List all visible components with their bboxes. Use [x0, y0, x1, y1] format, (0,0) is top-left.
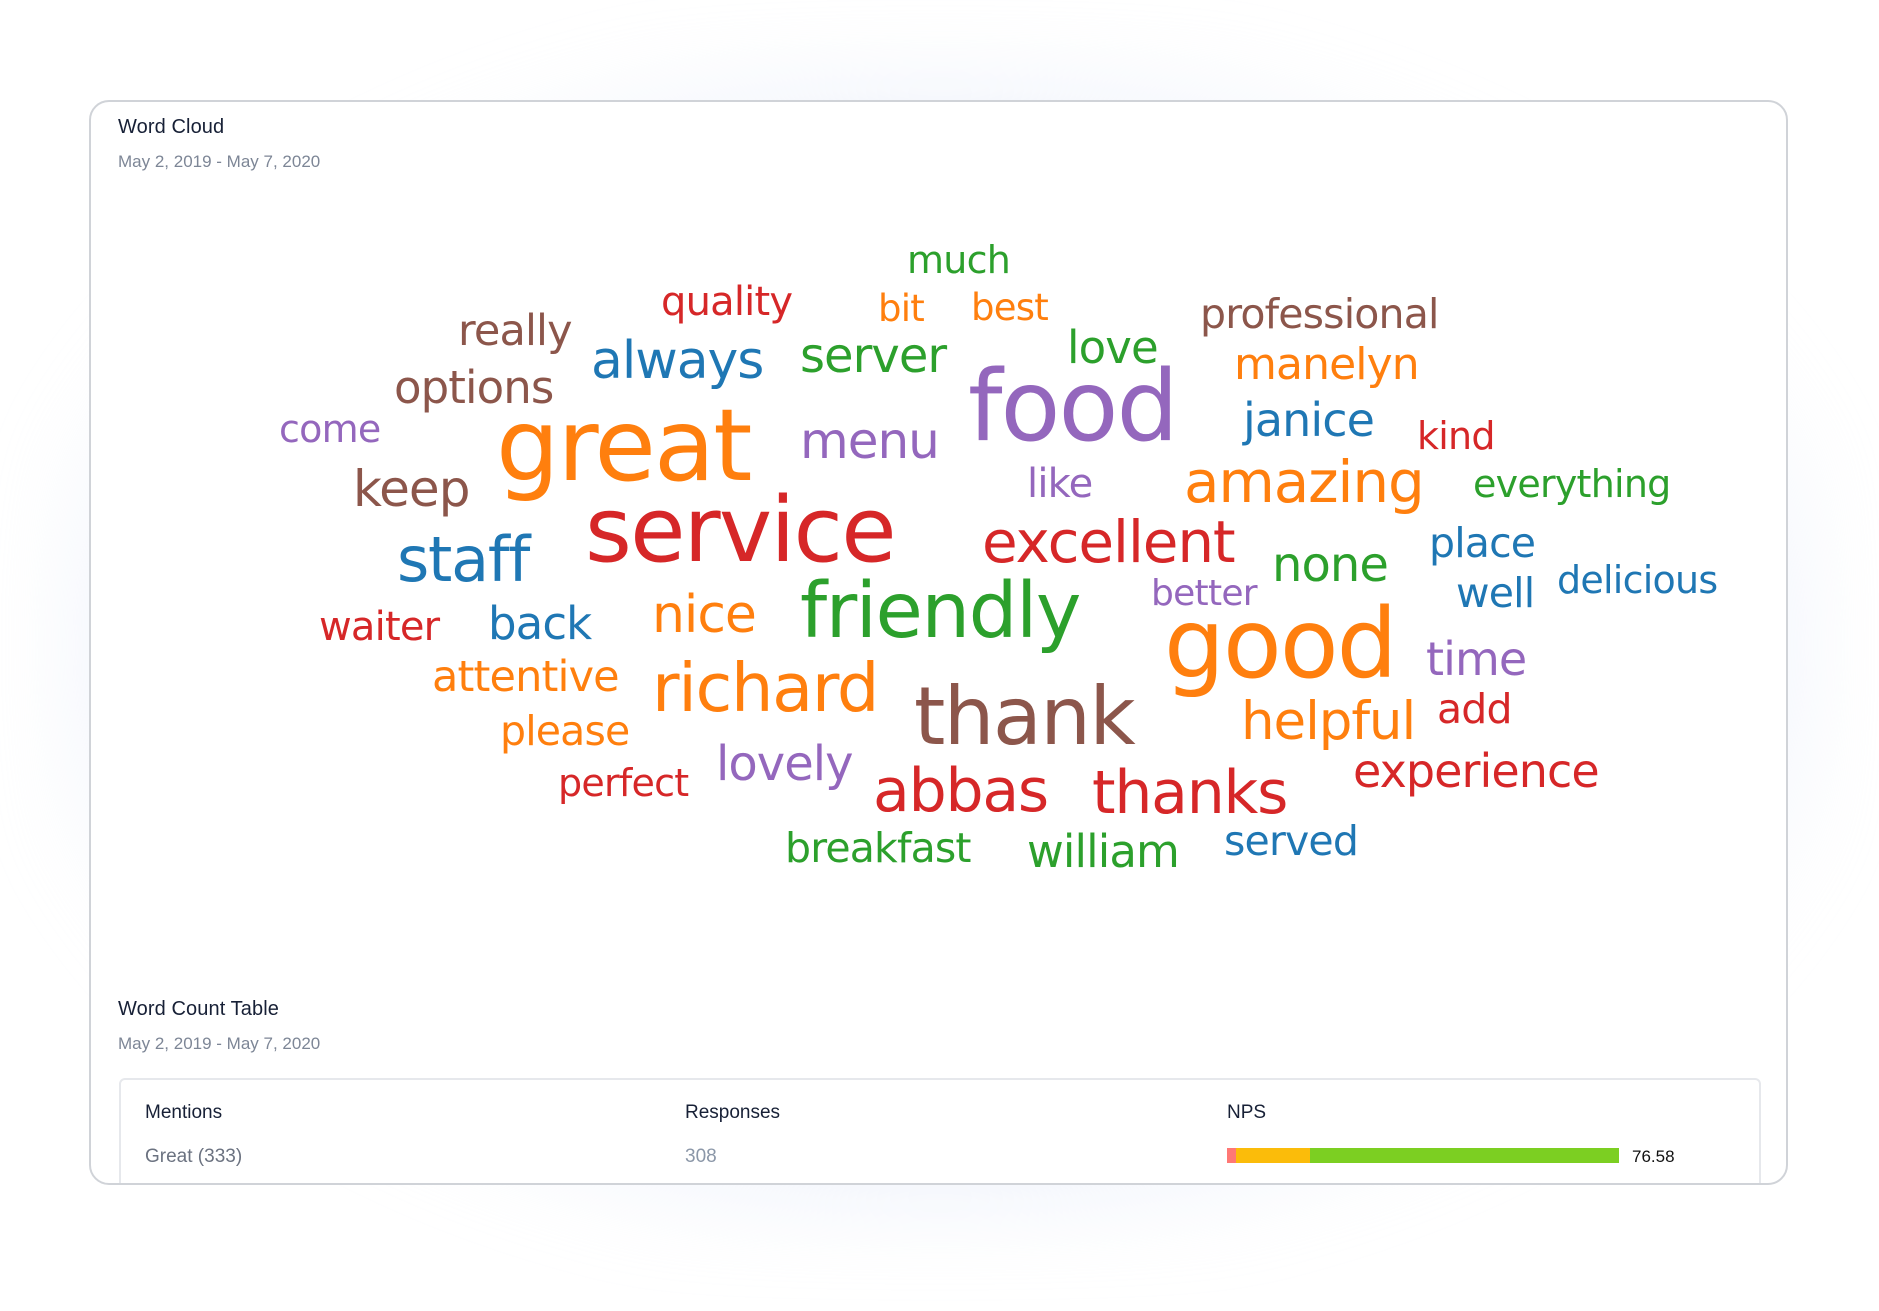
column-header-responses[interactable]: Responses	[685, 1102, 780, 1124]
word-breakfast[interactable]: breakfast	[785, 828, 972, 869]
word-abbas[interactable]: abbas	[873, 761, 1049, 821]
word-waiter[interactable]: waiter	[319, 607, 440, 647]
word-manelyn[interactable]: manelyn	[1234, 342, 1420, 387]
word-menu[interactable]: menu	[800, 416, 940, 466]
word-cloud-card: Word Cloud May 2, 2019 - May 7, 2020 muc…	[89, 100, 1788, 1185]
word-kind[interactable]: kind	[1417, 417, 1495, 455]
word-come[interactable]: come	[279, 410, 381, 448]
word-service[interactable]: service	[585, 485, 897, 576]
responses-cell: 308	[685, 1146, 717, 1167]
word-count-table-date-range: May 2, 2019 - May 7, 2020	[118, 1034, 321, 1053]
word-keep[interactable]: keep	[353, 464, 470, 514]
word-place[interactable]: place	[1429, 523, 1536, 564]
word-add[interactable]: add	[1437, 689, 1513, 730]
word-janice[interactable]: janice	[1243, 397, 1375, 443]
nps-promoters-segment	[1309, 1148, 1619, 1163]
nps-bar	[1227, 1148, 1619, 1163]
row-divider	[131, 1183, 1745, 1185]
word-food[interactable]: food	[968, 358, 1179, 456]
word-always[interactable]: always	[591, 335, 764, 387]
mentions-cell: Great (333)	[145, 1146, 243, 1167]
word-thank[interactable]: thank	[914, 677, 1136, 757]
word-staff[interactable]: staff	[397, 528, 530, 591]
word-really[interactable]: really	[458, 310, 573, 353]
word-cloud: much quality bit best really professional alwa…	[91, 102, 1786, 1002]
word-excellent[interactable]: excellent	[982, 513, 1236, 571]
word-professional[interactable]: professional	[1200, 294, 1439, 335]
word-everything[interactable]: everything	[1473, 465, 1671, 503]
nps-value: 76.58	[1632, 1147, 1675, 1166]
column-header-nps[interactable]: NPS	[1227, 1102, 1266, 1124]
word-nice[interactable]: nice	[652, 589, 757, 641]
word-perfect[interactable]: perfect	[558, 764, 689, 802]
word-served[interactable]: served	[1224, 821, 1359, 862]
word-amazing[interactable]: amazing	[1184, 453, 1425, 511]
word-richard[interactable]: richard	[652, 655, 879, 722]
word-back[interactable]: back	[488, 601, 592, 646]
word-attentive[interactable]: attentive	[432, 656, 620, 699]
word-bit[interactable]: bit	[878, 290, 925, 327]
nps-detractors-segment	[1227, 1148, 1237, 1163]
word-experience[interactable]: experience	[1353, 748, 1600, 794]
word-lovely[interactable]: lovely	[716, 740, 854, 788]
word-well[interactable]: well	[1456, 573, 1535, 614]
word-friendly[interactable]: friendly	[800, 573, 1081, 650]
word-best[interactable]: best	[971, 289, 1049, 326]
word-much[interactable]: much	[907, 241, 1011, 279]
word-delicious[interactable]: delicious	[1557, 561, 1718, 599]
word-none[interactable]: none	[1272, 541, 1389, 589]
column-header-mentions[interactable]: Mentions	[145, 1102, 222, 1124]
word-count-table-title: Word Count Table	[118, 998, 279, 1020]
word-thanks[interactable]: thanks	[1092, 763, 1288, 823]
word-count-table: Mentions Responses NPS Great (333) 308 7…	[119, 1078, 1761, 1185]
word-server[interactable]: server	[800, 332, 947, 380]
word-good[interactable]: good	[1164, 596, 1398, 692]
nps-passives-segment	[1236, 1148, 1310, 1163]
word-helpful[interactable]: helpful	[1241, 695, 1416, 748]
word-please[interactable]: please	[500, 711, 630, 752]
word-time[interactable]: time	[1426, 636, 1527, 682]
word-like[interactable]: like	[1027, 464, 1093, 504]
word-william[interactable]: william	[1027, 829, 1180, 874]
word-quality[interactable]: quality	[661, 282, 793, 322]
